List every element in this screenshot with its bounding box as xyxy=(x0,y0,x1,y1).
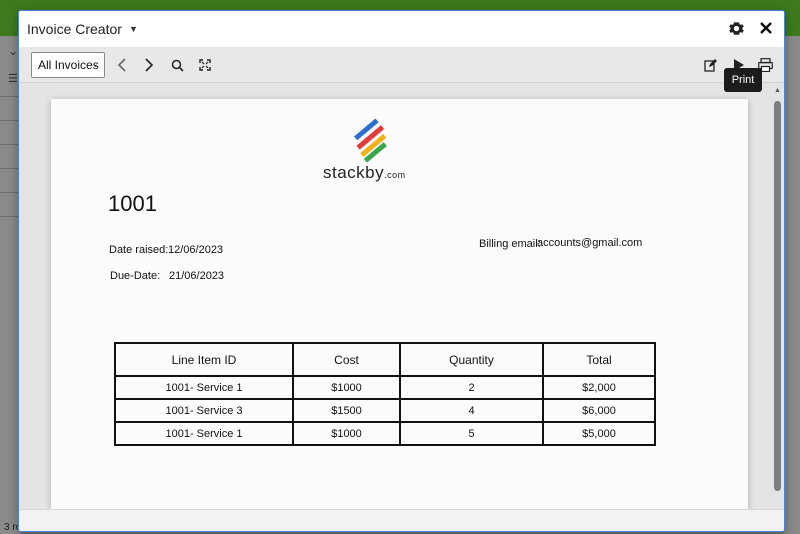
table-cell: 1001- Service 1 xyxy=(114,421,294,446)
table-cell: 4 xyxy=(399,398,544,423)
table-cell: 2 xyxy=(399,375,544,400)
invoice-filter-select[interactable]: All Invoices ⌄ xyxy=(31,52,105,78)
expand-icon[interactable] xyxy=(196,56,214,74)
caret-down-icon[interactable]: ▼ xyxy=(129,24,138,34)
table-row: 1001- Service 3 $1500 4 $6,000 xyxy=(114,398,656,423)
table-cell: $1000 xyxy=(292,421,401,446)
modal-footer xyxy=(19,509,784,531)
print-tooltip: Print xyxy=(724,68,762,92)
search-icon[interactable] xyxy=(168,56,186,74)
column-header: Total xyxy=(542,342,656,377)
viewer-scrollbar[interactable]: ▲ xyxy=(774,87,782,507)
chevron-down-icon: ⌄ xyxy=(8,44,19,58)
close-icon[interactable] xyxy=(758,19,774,37)
chevron-left-icon[interactable] xyxy=(113,56,131,74)
table-row: 1001- Service 1 $1000 5 $5,000 xyxy=(114,421,656,446)
table-cell: $1000 xyxy=(292,375,401,400)
gear-icon[interactable] xyxy=(728,19,744,37)
invoice-page: stackby.com 1001 Date raised: 12/06/2023… xyxy=(51,99,748,509)
line-items-table: Line Item ID Cost Quantity Total 1001- S… xyxy=(114,342,656,446)
due-date-value: 21/06/2023 xyxy=(169,270,225,282)
table-cell: $5,000 xyxy=(542,421,656,446)
background-sidebar xyxy=(0,36,20,534)
billing-email-value: accounts@gmail.com xyxy=(537,237,643,249)
background-right-panel xyxy=(784,36,800,534)
table-cell: 1001- Service 1 xyxy=(114,375,294,400)
column-header: Quantity xyxy=(399,342,544,377)
column-header: Line Item ID xyxy=(114,342,294,377)
column-header: Cost xyxy=(292,342,401,377)
table-cell: $6,000 xyxy=(542,398,656,423)
billing-email-label: Billing email: xyxy=(479,238,541,250)
menu-icon: ☰ xyxy=(8,73,18,85)
modal-header: Invoice Creator ▼ xyxy=(19,11,784,47)
chevron-down-icon: ⌄ xyxy=(91,59,99,69)
scroll-up-icon[interactable]: ▲ xyxy=(774,87,781,94)
table-header-row: Line Item ID Cost Quantity Total xyxy=(114,342,656,377)
invoice-filter-value: All Invoices xyxy=(38,58,99,72)
modal-title[interactable]: Invoice Creator xyxy=(27,21,122,37)
due-date-label: Due-Date: xyxy=(110,270,161,282)
table-row: 1001- Service 1 $1000 2 $2,000 xyxy=(114,375,656,400)
stackby-logo-icon xyxy=(353,118,387,163)
edit-icon[interactable] xyxy=(701,56,719,74)
chevron-right-icon[interactable] xyxy=(140,56,158,74)
table-cell: 5 xyxy=(399,421,544,446)
date-raised-value: 12/06/2023 xyxy=(168,244,224,256)
brand-name: stackby.com xyxy=(323,163,406,182)
invoice-creator-modal: Invoice Creator ▼ All Invoices ⌄ ▲ stack… xyxy=(18,10,785,532)
scroll-thumb[interactable] xyxy=(774,101,781,491)
invoice-number: 1001 xyxy=(108,191,157,216)
table-cell: $1500 xyxy=(292,398,401,423)
table-cell: 1001- Service 3 xyxy=(114,398,294,423)
viewer-toolbar: All Invoices ⌄ xyxy=(19,47,784,83)
table-cell: $2,000 xyxy=(542,375,656,400)
date-raised-label: Date raised: xyxy=(109,244,169,256)
